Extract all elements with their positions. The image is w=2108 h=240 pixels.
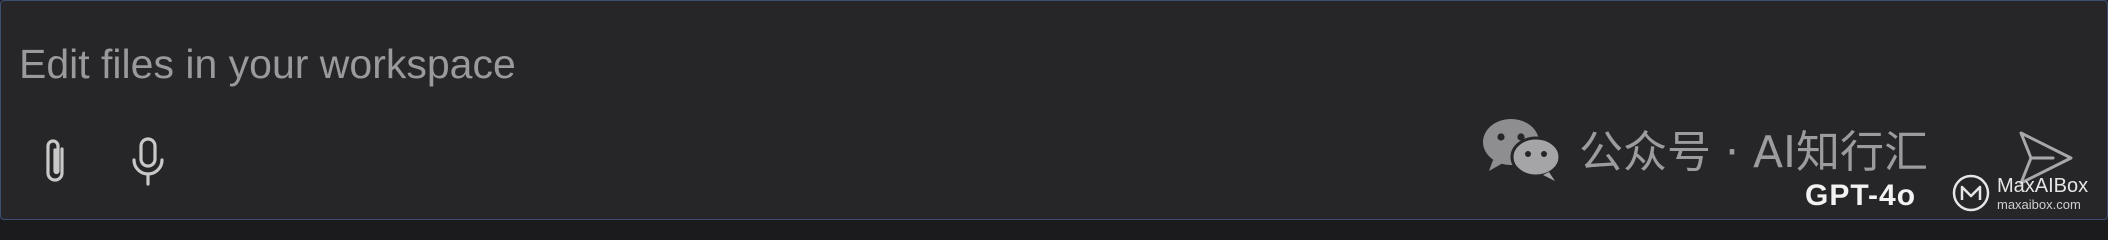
wechat-icon (1483, 119, 1562, 181)
maxaibox-url: maxaibox.com (1997, 196, 2081, 212)
microphone-button[interactable] (121, 129, 175, 195)
model-name: GPT-4o (1805, 179, 1917, 212)
attach-button[interactable] (28, 129, 82, 195)
maxaibox-logo: MaxAIBox maxaibox.com (1951, 171, 2088, 215)
maxaibox-logo-icon (1952, 174, 1990, 212)
watermark-text: 公众号 · AI知行汇 (1579, 127, 1929, 178)
prompt-input[interactable] (19, 35, 1419, 93)
microphone-icon (132, 137, 164, 186)
model-selector[interactable]: GPT-4o (1805, 179, 1916, 213)
watermark: 公众号 · AI知行汇 (1479, 113, 1928, 183)
chat-input-panel: 公众号 · AI知行汇 GPT-4o MaxAIBox maxaibox.com (0, 0, 2108, 220)
paperclip-icon (46, 139, 64, 182)
maxaibox-name: MaxAIBox (1997, 174, 2089, 197)
